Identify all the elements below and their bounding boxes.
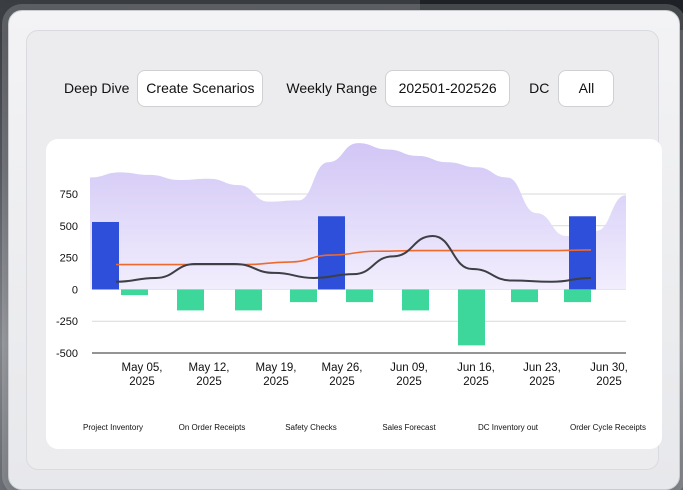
x-tick-label: May 19,: [256, 362, 297, 374]
bar-negative: [177, 289, 204, 311]
x-tick-label: Jun 16,: [457, 362, 495, 374]
device-frame: Deep Dive Create Scenarios Weekly Range …: [8, 10, 680, 490]
bar-negative: [235, 289, 262, 311]
legend-label: Order Cycle Receipts: [570, 423, 646, 432]
x-tick-label: Jun 09,: [390, 362, 428, 374]
bar-negative: [511, 289, 538, 303]
legend-label: DC Inventory out: [478, 423, 539, 432]
y-tick-label: -500: [56, 348, 78, 360]
legend-label: On Order Receipts: [179, 423, 246, 432]
legend-label: Project Inventory: [83, 423, 143, 432]
y-tick-label: 0: [72, 284, 78, 296]
dc-label: DC: [529, 80, 550, 96]
bar-negative: [564, 289, 591, 303]
legend-label: Sales Forecast: [382, 423, 436, 432]
x-tick-label: 2025: [129, 376, 155, 388]
deep-dive-label: Deep Dive: [64, 80, 130, 96]
legend-label: Safety Checks: [285, 423, 337, 432]
bar-negative: [290, 289, 317, 303]
create-scenarios-button[interactable]: Create Scenarios: [137, 69, 264, 107]
bar-positive: [92, 221, 119, 290]
bar-negative: [121, 289, 148, 296]
x-tick-label: 2025: [329, 376, 355, 388]
dashboard-panel: Deep Dive Create Scenarios Weekly Range …: [26, 30, 662, 470]
bar-negative: [458, 289, 485, 346]
x-tick-label: 2025: [596, 376, 622, 388]
x-tick-label: May 12,: [189, 362, 230, 374]
x-tick-label: Jun 23,: [523, 362, 561, 374]
combo-chart: 750 500 250 0 -250 -500 May 05, 2025 May 12, 2025…: [56, 143, 646, 432]
bar-negative: [402, 289, 429, 311]
y-tick-label: 750: [60, 189, 78, 201]
x-tick-label: 2025: [463, 376, 489, 388]
x-tick-label: Jun 30,: [590, 362, 628, 374]
chart-card: 750 500 250 0 -250 -500 May 05, 2025 May 12, 2025…: [46, 139, 662, 449]
dc-select[interactable]: All: [558, 69, 615, 107]
x-tick-label: May 05,: [122, 362, 163, 374]
bar-negative: [346, 289, 373, 303]
y-tick-label: -250: [56, 316, 78, 328]
filter-bar: Deep Dive Create Scenarios Weekly Range …: [64, 68, 615, 108]
y-tick-label: 250: [60, 253, 78, 265]
weekly-range-label: Weekly Range: [286, 80, 378, 96]
x-tick-label: 2025: [196, 376, 222, 388]
x-tick-label: 2025: [263, 376, 289, 388]
y-tick-label: 500: [60, 221, 78, 233]
x-tick-label: 2025: [396, 376, 422, 388]
weekly-range-select[interactable]: 202501-202526: [385, 69, 511, 107]
x-tick-label: May 26,: [322, 362, 363, 374]
x-tick-label: 2025: [529, 376, 555, 388]
area-series: [90, 143, 626, 290]
